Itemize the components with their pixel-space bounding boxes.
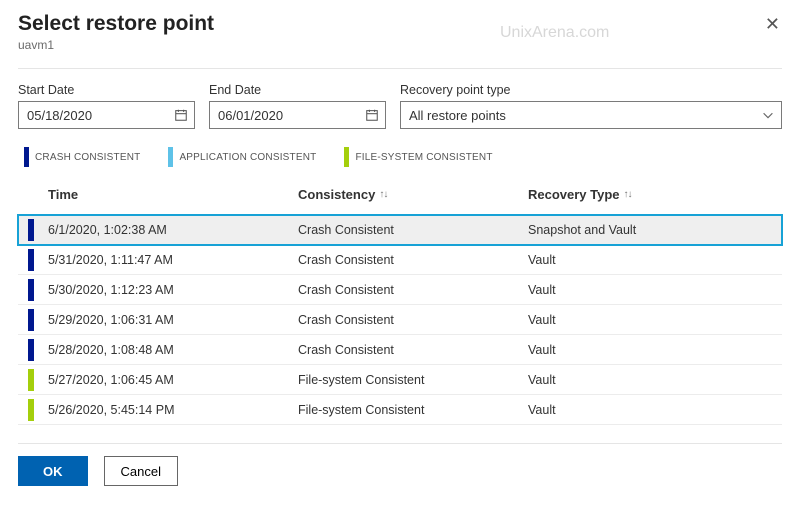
cell-consistency: File-system Consistent bbox=[298, 403, 528, 417]
column-recovery-type[interactable]: Recovery Type ↑↓ bbox=[528, 187, 782, 202]
cell-consistency: Crash Consistent bbox=[298, 313, 528, 327]
legend-app: APPLICATION CONSISTENT bbox=[168, 147, 316, 167]
end-date-value: 06/01/2020 bbox=[218, 108, 365, 123]
cell-time: 5/27/2020, 1:06:45 AM bbox=[48, 373, 298, 387]
crash-bar-icon bbox=[28, 339, 34, 361]
cancel-button[interactable]: Cancel bbox=[104, 456, 178, 486]
cell-consistency: Crash Consistent bbox=[298, 343, 528, 357]
restore-points-table: Time Consistency ↑↓ Recovery Type ↑↓ 6/1… bbox=[18, 175, 782, 425]
cell-time: 5/31/2020, 1:11:47 AM bbox=[48, 253, 298, 267]
crash-bar-icon bbox=[28, 249, 34, 271]
cell-consistency: Crash Consistent bbox=[298, 223, 528, 237]
cell-consistency: Crash Consistent bbox=[298, 283, 528, 297]
sort-icon: ↑↓ bbox=[624, 189, 632, 200]
vm-name: uavm1 bbox=[18, 38, 214, 52]
table-row[interactable]: 5/26/2020, 5:45:14 PMFile-system Consist… bbox=[18, 395, 782, 425]
column-recovery-type-label: Recovery Type bbox=[528, 187, 620, 202]
legend-fs-label: FILE-SYSTEM CONSISTENT bbox=[355, 152, 492, 163]
divider bbox=[18, 443, 782, 444]
table-row[interactable]: 5/29/2020, 1:06:31 AMCrash ConsistentVau… bbox=[18, 305, 782, 335]
legend-crash: CRASH CONSISTENT bbox=[24, 147, 140, 167]
start-date-label: Start Date bbox=[18, 83, 195, 97]
table-row[interactable]: 5/31/2020, 1:11:47 AMCrash ConsistentVau… bbox=[18, 245, 782, 275]
ok-button[interactable]: OK bbox=[18, 456, 88, 486]
page-title: Select restore point bbox=[18, 12, 214, 36]
recovery-type-label: Recovery point type bbox=[400, 83, 782, 97]
table-row[interactable]: 5/28/2020, 1:08:48 AMCrash ConsistentVau… bbox=[18, 335, 782, 365]
recovery-type-value: All restore points bbox=[409, 108, 761, 123]
recovery-type-select[interactable]: All restore points bbox=[400, 101, 782, 129]
end-date-input[interactable]: 06/01/2020 bbox=[209, 101, 386, 129]
fs-bar-icon bbox=[344, 147, 349, 167]
column-consistency-label: Consistency bbox=[298, 187, 375, 202]
column-time[interactable]: Time bbox=[48, 187, 298, 202]
legend-crash-label: CRASH CONSISTENT bbox=[35, 152, 140, 163]
crash-bar-icon bbox=[28, 309, 34, 331]
sort-icon: ↑↓ bbox=[379, 189, 387, 200]
cell-time: 5/30/2020, 1:12:23 AM bbox=[48, 283, 298, 297]
crash-bar-icon bbox=[24, 147, 29, 167]
crash-bar-icon bbox=[28, 219, 34, 241]
calendar-icon bbox=[365, 108, 379, 122]
app-bar-icon bbox=[168, 147, 173, 167]
end-date-label: End Date bbox=[209, 83, 386, 97]
fs-bar-icon bbox=[28, 399, 34, 421]
cell-consistency: Crash Consistent bbox=[298, 253, 528, 267]
cell-recovery-type: Vault bbox=[528, 283, 782, 297]
cell-time: 5/29/2020, 1:06:31 AM bbox=[48, 313, 298, 327]
close-icon[interactable]: ✕ bbox=[765, 14, 780, 35]
legend-fs: FILE-SYSTEM CONSISTENT bbox=[344, 147, 492, 167]
cell-consistency: File-system Consistent bbox=[298, 373, 528, 387]
table-row[interactable]: 5/30/2020, 1:12:23 AMCrash ConsistentVau… bbox=[18, 275, 782, 305]
table-row[interactable]: 5/27/2020, 1:06:45 AMFile-system Consist… bbox=[18, 365, 782, 395]
start-date-value: 05/18/2020 bbox=[27, 108, 174, 123]
cell-recovery-type: Vault bbox=[528, 253, 782, 267]
chevron-down-icon bbox=[761, 108, 775, 122]
calendar-icon bbox=[174, 108, 188, 122]
start-date-input[interactable]: 05/18/2020 bbox=[18, 101, 195, 129]
watermark: UnixArena.com bbox=[500, 24, 609, 42]
cell-recovery-type: Vault bbox=[528, 343, 782, 357]
table-row[interactable]: 6/1/2020, 1:02:38 AMCrash ConsistentSnap… bbox=[18, 215, 782, 245]
fs-bar-icon bbox=[28, 369, 34, 391]
cell-time: 6/1/2020, 1:02:38 AM bbox=[48, 223, 298, 237]
legend-app-label: APPLICATION CONSISTENT bbox=[179, 152, 316, 163]
cell-recovery-type: Vault bbox=[528, 403, 782, 417]
cell-recovery-type: Vault bbox=[528, 373, 782, 387]
cell-recovery-type: Vault bbox=[528, 313, 782, 327]
column-consistency[interactable]: Consistency ↑↓ bbox=[298, 187, 528, 202]
divider bbox=[18, 68, 782, 69]
cell-time: 5/26/2020, 5:45:14 PM bbox=[48, 403, 298, 417]
cell-time: 5/28/2020, 1:08:48 AM bbox=[48, 343, 298, 357]
crash-bar-icon bbox=[28, 279, 34, 301]
cell-recovery-type: Snapshot and Vault bbox=[528, 223, 782, 237]
